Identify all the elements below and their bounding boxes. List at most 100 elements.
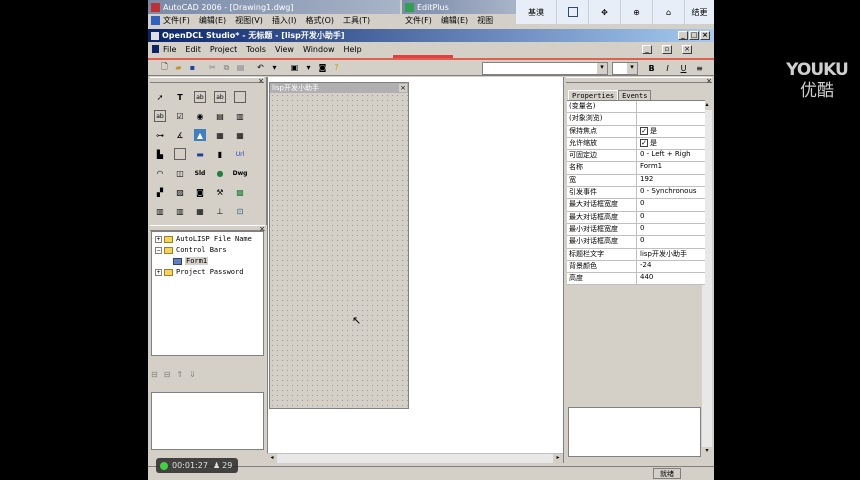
output-action-2-icon[interactable]: ⊟ [164,370,171,379]
option-tool-icon[interactable]: ◙ [194,186,206,198]
dwg-tool-icon[interactable]: Dwg [233,167,248,179]
doc-restore-button[interactable]: ▫ [662,44,672,54]
line-tool-icon[interactable]: ▬ [194,148,206,160]
editplus-menu-file[interactable]: 文件(F) [405,15,432,26]
autocad-menu-format[interactable]: 格式(O) [305,15,334,26]
tab-events[interactable]: Events [618,90,652,100]
tree-node-lisp-file[interactable]: + AutoLISP File Name [155,234,260,245]
checkbox-icon[interactable]: ✓ [640,138,648,147]
tab-properties[interactable]: Properties [568,90,619,100]
autocad-menu-insert[interactable]: 插入(I) [272,15,297,26]
scroll-tool-icon[interactable]: ▮ [214,148,226,160]
splitter-tool-icon[interactable]: ▥ [154,205,166,217]
radio-tool-icon[interactable]: ◉ [194,110,206,122]
expand-icon[interactable]: + [155,235,162,243]
image-tool-icon[interactable]: ▩ [234,186,246,198]
doc-minimize-button[interactable]: _ [642,44,652,54]
prop-row[interactable]: 引发事件 0 - Synchronous [567,187,705,200]
globe-tool-icon[interactable]: ● [214,167,226,179]
tree-node-form1[interactable]: Form1 [155,256,260,267]
autocad-titlebar[interactable]: AutoCAD 2006 - [Drawing1.dwg] [148,0,400,14]
output-action-1-icon[interactable]: ⊟ [151,370,158,379]
slide-tool-icon[interactable]: Sld [194,167,206,179]
label-tool-icon[interactable]: T [174,91,186,103]
prop-row[interactable]: 可固定边 0 - Left + Righ [567,150,705,163]
font-name-select[interactable]: ▾ [482,62,608,75]
menu-window[interactable]: Window [303,45,335,54]
checkbox-icon[interactable]: ✓ [640,126,648,135]
prop-row[interactable]: 最大对话框宽度 0 [567,199,705,212]
overlay-button-2[interactable]: 结更 [684,0,714,24]
prop-row[interactable]: 宽 192 [567,174,705,188]
block-tool-icon[interactable]: ▞ [154,186,166,198]
overlay-button-1[interactable]: 基漠 [516,0,556,24]
select-icon[interactable] [556,0,588,24]
autocad-menu-file[interactable]: 文件(F) [163,15,190,26]
tree-tool-icon[interactable]: ⊥ [214,205,226,217]
prop-row[interactable]: 保持焦点 ✓ 是 [567,125,705,138]
properties-close-icon[interactable]: × [706,77,712,85]
scroll-left-icon[interactable]: ◂ [267,454,277,463]
more-format-icon[interactable]: ≡ [693,62,706,75]
menu-file[interactable]: File [163,45,176,54]
toolbox-grip[interactable] [150,77,264,83]
angle-tool-icon[interactable]: ∡ [174,129,186,141]
prop-row[interactable]: 名称 Form1 [567,162,705,175]
form-dropdown-icon[interactable]: ▾ [302,61,315,74]
autocad-menu-edit[interactable]: 编辑(E) [199,15,226,26]
prop-row[interactable]: 最大对话框高度 0 [567,211,705,224]
form-titlebar[interactable]: lisp开发小助手 × [270,83,408,93]
minimize-button[interactable]: _ [678,31,688,40]
font-size-select[interactable]: ▾ [612,62,638,75]
new-icon[interactable]: 🗋 [158,61,171,74]
save-icon[interactable]: ▪ [186,61,199,74]
listbox-tool-icon[interactable]: ▤ [214,110,226,122]
undo-dropdown-icon[interactable]: ▾ [268,61,281,74]
home-icon[interactable]: ⌂ [652,0,684,24]
output-box[interactable] [151,392,264,450]
test-icon[interactable]: ◙ [316,61,329,74]
output-action-4-icon[interactable]: ⇓ [189,370,196,379]
grid-tool-icon[interactable]: ▦ [214,129,226,141]
url-tool-icon[interactable]: Url [234,148,246,160]
tree-node-password[interactable]: + Project Password [155,267,260,278]
help-icon[interactable]: ? [330,61,343,74]
menu-edit[interactable]: Edit [185,45,201,54]
prop-row[interactable]: 最小对话框高度 0 [567,236,705,249]
paste-icon[interactable]: ▤ [234,61,247,74]
textbox-tool-icon[interactable]: ab [194,91,206,103]
output-action-3-icon[interactable]: ⇑ [176,370,183,379]
table-tool-icon[interactable]: ▦ [194,205,206,217]
blank-tool-icon[interactable] [174,148,186,160]
autocad-menu-view[interactable]: 视图(V) [235,15,263,26]
copy-icon[interactable]: ⧉ [220,61,233,74]
undo-icon[interactable]: ↶ [254,61,267,74]
menu-view[interactable]: View [275,45,294,54]
properties-grip[interactable] [566,77,712,83]
italic-button[interactable]: I [661,62,674,75]
bold-button[interactable]: B [645,62,658,75]
editplus-menu-view[interactable]: 视图 [477,15,493,26]
prop-row[interactable]: 标题栏文字 lisp开发小助手 [567,248,705,261]
picture-tool-icon[interactable]: ▲ [194,129,206,141]
menu-tools[interactable]: Tools [246,45,266,54]
combobox-tool-icon[interactable]: ▥ [234,110,246,122]
calendar-tool-icon[interactable]: ◫ [174,167,186,179]
open-icon[interactable]: ▰ [172,61,185,74]
tabs-tool-icon[interactable]: ▦ [234,129,246,141]
expand-icon[interactable]: + [155,268,162,276]
split-tool-icon[interactable]: ▥ [174,205,186,217]
editplus-titlebar[interactable]: EditPlus [402,0,516,14]
editplus-menu-edit[interactable]: 编辑(E) [441,15,468,26]
prop-row[interactable]: 最小对话框宽度 0 [567,223,705,237]
toolbox-close-icon[interactable]: × [258,77,264,85]
form-icon[interactable]: ▣ [288,61,301,74]
block-list-tool-icon[interactable]: ▨ [174,186,186,198]
cut-icon[interactable]: ✂ [206,61,219,74]
tree-node-control-bars[interactable]: − Control Bars [155,245,260,256]
tools-tool-icon[interactable]: ⚒ [214,186,226,198]
menu-project[interactable]: Project [210,45,237,54]
prop-row[interactable]: 高度 440 [567,273,705,286]
collapse-icon[interactable]: − [155,246,162,254]
zoom-icon[interactable]: ⊕ [620,0,652,24]
